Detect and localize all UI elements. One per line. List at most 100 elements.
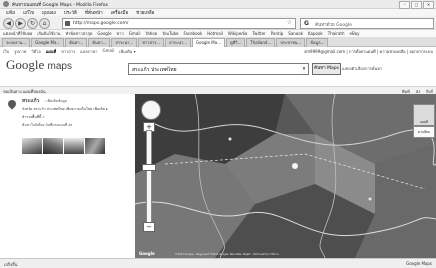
browser-tab[interactable]: ข่าวสาร... bbox=[138, 38, 165, 47]
satellite-type-button[interactable]: ดาวเทียม bbox=[413, 126, 435, 138]
bookmark-item[interactable]: หัวข้อข่าวล่าสุด bbox=[65, 30, 92, 37]
place-more-link[interactable]: - เพิ่มเติมข้อมูล bbox=[44, 98, 67, 104]
browser-tab[interactable]: สาระน่า... bbox=[111, 38, 138, 47]
browser-tab-active[interactable]: Google Ma... bbox=[191, 38, 225, 47]
url-text: http://maps.google.com/ bbox=[73, 21, 129, 26]
logo-google: Google bbox=[6, 57, 45, 72]
bookmark-item[interactable]: YouTube bbox=[162, 31, 178, 36]
place-photo[interactable] bbox=[43, 138, 63, 154]
menu-view[interactable]: มุมมอง bbox=[42, 9, 56, 16]
bookmark-item[interactable]: Hotmail bbox=[207, 31, 223, 36]
place-description: จังหวัด สระแก้ว ประเทศไทย เพิ่มความเห็นใ… bbox=[22, 107, 108, 111]
browser-tab[interactable]: ค้นหา... bbox=[65, 38, 88, 47]
explore-area-link[interactable]: สำรวจพื้นที่นี้ » bbox=[22, 114, 45, 120]
browser-tab[interactable]: Thailand... bbox=[246, 38, 276, 47]
bookmark-item[interactable]: Yahoo bbox=[145, 31, 157, 36]
search-maps-button[interactable]: ค้นหา Maps bbox=[312, 63, 341, 75]
google-bar: เว็บ รูปภาพ วิดีโอ แผนที่ ข่าวสาร แปลภาษ… bbox=[0, 47, 436, 54]
menu-tools[interactable]: เครื่องมือ bbox=[111, 9, 129, 16]
forward-button[interactable]: ▶ bbox=[15, 18, 26, 29]
navigation-bar: ◀ ▶ ↻ ⌂ http://maps.google.com/ ☆ G ค้นห… bbox=[0, 16, 436, 30]
gbar-link-news[interactable]: ข่าวสาร bbox=[61, 48, 75, 55]
gbar-link-more[interactable]: เพิ่มเติม ▾ bbox=[119, 48, 136, 55]
account-links[interactable]: sm9999@gmail.com | การตั้งค่าแผนที่ | คว… bbox=[304, 48, 433, 55]
status-site: Google Maps bbox=[406, 261, 432, 266]
bookmark-item[interactable]: แต่งหน้าที่ใช้บ่อย bbox=[3, 30, 32, 37]
bookmark-item[interactable]: Wikipedia bbox=[228, 31, 248, 36]
search-placeholder: ค้นหาด้วย Google bbox=[315, 23, 352, 28]
site-favicon bbox=[65, 21, 70, 26]
logo-maps: maps bbox=[47, 61, 72, 72]
browser-tab[interactable]: ระบบงาน... bbox=[2, 38, 31, 47]
map-type-label: แผนที่ bbox=[420, 120, 428, 124]
browser-tab[interactable]: ประชาชน... bbox=[276, 38, 306, 47]
zoom-slider-handle[interactable] bbox=[142, 164, 156, 171]
results-panel: สระแก้ว - เพิ่มเติมข้อมูล จังหวัด สระแก้… bbox=[0, 94, 134, 258]
google-bar-links: เว็บ รูปภาพ วิดีโอ แผนที่ ข่าวสาร แปลภาษ… bbox=[3, 48, 136, 55]
bookmark-item[interactable]: Facebook bbox=[183, 31, 202, 36]
browser-tab[interactable]: สาระน่า... bbox=[165, 38, 191, 47]
browser-search-box[interactable]: G ค้นหาด้วย Google bbox=[300, 18, 434, 29]
gbar-link-translate[interactable]: แปลภาษา bbox=[80, 48, 97, 55]
pan-control[interactable] bbox=[141, 100, 161, 120]
map-type-toggle[interactable]: แผนที่ bbox=[413, 104, 435, 126]
bookmark-item[interactable]: Gmail bbox=[129, 31, 141, 36]
google-maps-logo[interactable]: Google maps bbox=[6, 57, 72, 73]
browser-tab[interactable]: ดูทีวี... bbox=[225, 38, 246, 47]
tab-strip: ระบบงาน... Google Ma... ค้นหา... ค้นหา..… bbox=[0, 37, 436, 47]
browser-tab[interactable]: Google Ma... bbox=[31, 38, 65, 47]
bookmark-item[interactable]: Pantip bbox=[271, 31, 283, 36]
gbar-link-videos[interactable]: วิดีโอ bbox=[31, 48, 40, 55]
window-controls: – □ ✕ bbox=[399, 1, 434, 9]
bookmark-item[interactable]: Kapook bbox=[308, 31, 323, 36]
reload-button[interactable]: ↻ bbox=[27, 18, 38, 29]
back-button[interactable]: ◀ bbox=[3, 18, 14, 29]
title-bar: ค้นหาบนแผนที่ Google Maps - Mozilla Fire… bbox=[0, 0, 436, 9]
maximize-button[interactable]: □ bbox=[411, 1, 422, 9]
gbar-link-web[interactable]: เว็บ bbox=[3, 48, 9, 55]
place-photo[interactable] bbox=[64, 138, 84, 154]
bookmark-item[interactable]: Google bbox=[97, 31, 111, 36]
zoom-slider-track[interactable] bbox=[146, 130, 152, 224]
bookmark-item[interactable]: Twitter bbox=[252, 31, 265, 36]
place-name-link[interactable]: สระแก้ว bbox=[22, 97, 39, 105]
bookmark-star-icon[interactable]: ☆ bbox=[287, 19, 292, 26]
browser-tab[interactable]: ข้อมูล... bbox=[306, 38, 329, 47]
window-title: ค้นหาบนแผนที่ Google Maps - Mozilla Fire… bbox=[12, 3, 108, 8]
menu-file[interactable]: แฟ้ม bbox=[6, 9, 15, 16]
google-search-icon: G bbox=[304, 20, 309, 27]
bookmarks-toolbar: แต่งหน้าที่ใช้บ่อย เริ่มต้นใช้งาน หัวข้อ… bbox=[0, 30, 436, 37]
maps-search-input[interactable]: สระแก้ว ประเทศไทย bbox=[128, 63, 302, 75]
chevron-down-icon[interactable]: ▾ bbox=[300, 63, 309, 75]
gbar-link-gmail[interactable]: Gmail bbox=[102, 48, 114, 55]
map-attribution[interactable]: ©2011 Google - ข้อมูลแผนที่ ©2011 Google… bbox=[175, 253, 279, 257]
zoom-out-button[interactable]: − bbox=[143, 222, 155, 232]
menu-help[interactable]: ช่วยเหลือ bbox=[136, 9, 154, 16]
map-pin-icon[interactable] bbox=[6, 98, 18, 110]
firefox-icon bbox=[3, 1, 9, 7]
browser-tab[interactable]: ค้นหา... bbox=[88, 38, 111, 47]
minimize-button[interactable]: – bbox=[399, 1, 410, 9]
satellite-map[interactable]: + − แผนที่ ดาวเทียม Google ©2011 Google … bbox=[135, 94, 436, 258]
menu-bar: แฟ้ม แก้ไข มุมมอง ประวัติ ที่คั่นหน้า เค… bbox=[0, 9, 436, 16]
home-button[interactable]: ⌂ bbox=[39, 18, 50, 29]
gbar-link-maps[interactable]: แผนที่ bbox=[46, 48, 56, 55]
gbar-link-images[interactable]: รูปภาพ bbox=[14, 48, 26, 55]
place-photo[interactable] bbox=[22, 138, 42, 154]
menu-bookmarks[interactable]: ที่คั่นหน้า bbox=[85, 9, 103, 16]
menu-history[interactable]: ประวัติ bbox=[64, 9, 77, 16]
place-actions[interactable]: ค้นหาใกล้เคียง บันทึกลงแผนที่ ส่ง bbox=[22, 122, 72, 128]
bookmark-item[interactable]: eBay bbox=[350, 31, 360, 36]
place-photo[interactable] bbox=[85, 138, 105, 154]
url-bar[interactable]: http://maps.google.com/ ☆ bbox=[62, 18, 296, 29]
satellite-imagery bbox=[135, 94, 436, 258]
map-google-logo: Google bbox=[139, 251, 155, 256]
search-options-link[interactable]: แสดงตัวเลือกการค้นหา bbox=[342, 65, 382, 72]
close-button[interactable]: ✕ bbox=[423, 1, 434, 9]
menu-edit[interactable]: แก้ไข bbox=[23, 9, 34, 16]
bookmark-item[interactable]: เริ่มต้นใช้งาน bbox=[37, 30, 60, 37]
bookmark-item[interactable]: ข่าว bbox=[117, 30, 124, 37]
bookmark-item[interactable]: Sanook bbox=[288, 31, 303, 36]
maps-search-value: สระแก้ว ประเทศไทย bbox=[132, 67, 177, 73]
bookmark-item[interactable]: Thairath bbox=[328, 31, 345, 36]
